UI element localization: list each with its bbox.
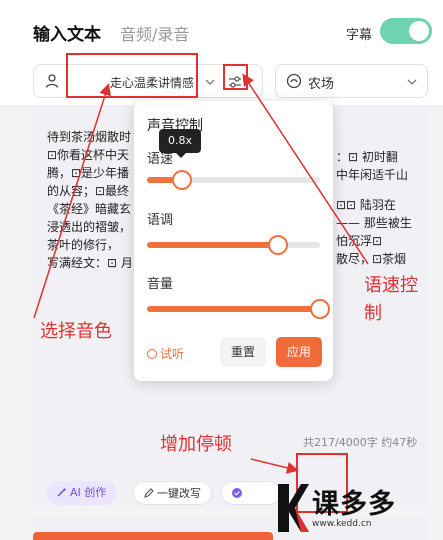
- watermark-url: www.kedd.cn: [312, 519, 372, 529]
- annotation-add-pause: 增加停顿: [160, 434, 232, 455]
- arrow-to-pause: [250, 458, 299, 474]
- watermark: 课多多 www.kedd.cn: [276, 480, 443, 540]
- arrow-to-voice: [33, 83, 111, 319]
- arrow-to-tune: [242, 73, 369, 265]
- annotation-arrows: [33, 73, 369, 474]
- watermark-text: 课多多: [312, 489, 396, 520]
- watermark-logo-icon: [278, 484, 309, 532]
- annotation-speed-control: 语速控 制: [364, 275, 418, 324]
- annotation-select-voice: 选择音色: [40, 321, 112, 342]
